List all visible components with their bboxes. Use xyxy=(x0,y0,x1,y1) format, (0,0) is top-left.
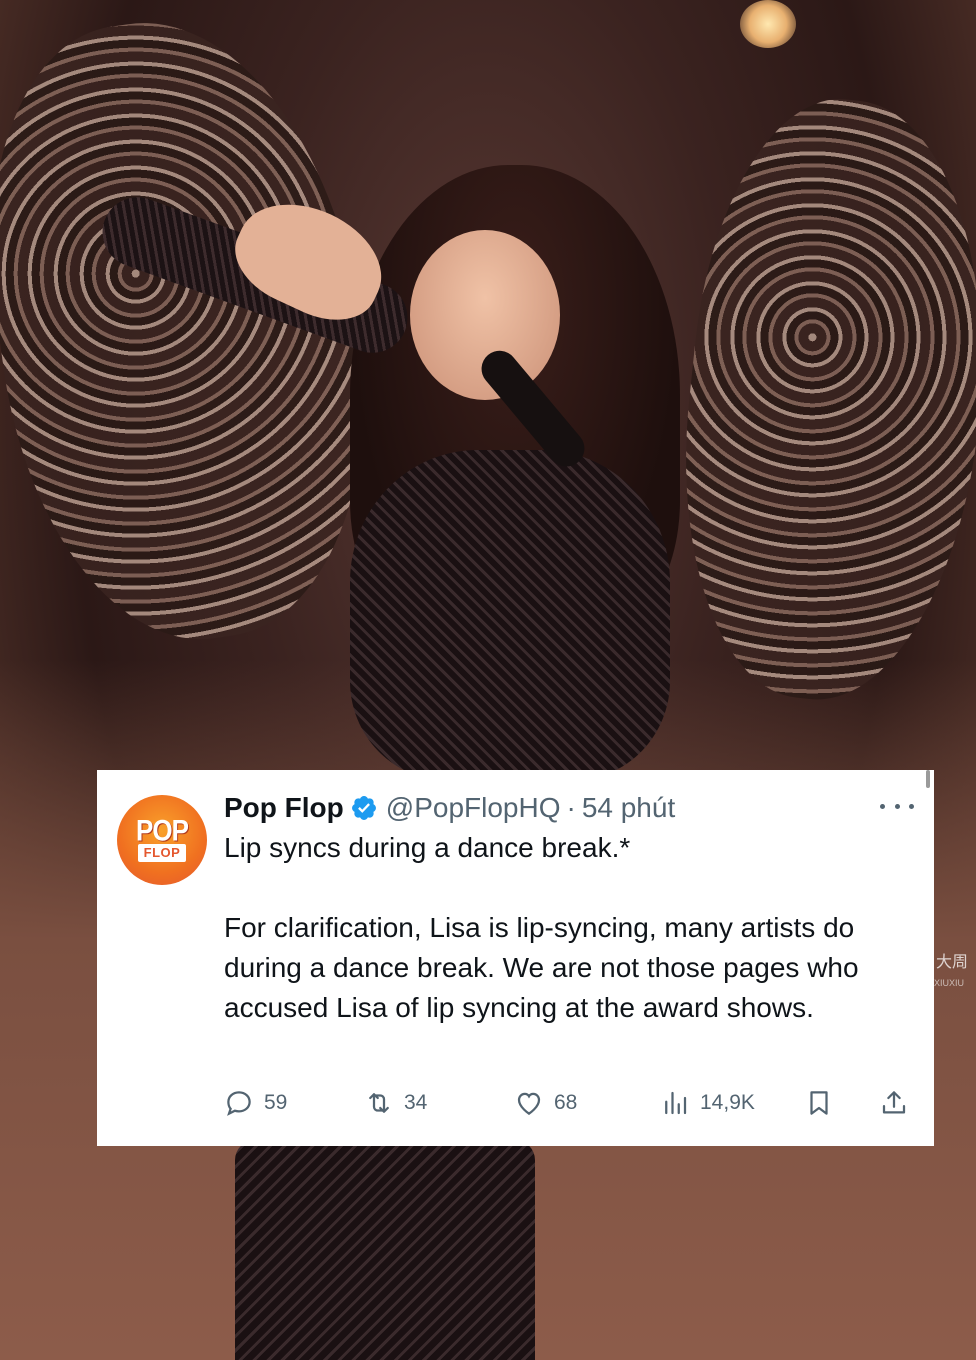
tweet-text: Lip syncs during a dance break.* For cla… xyxy=(224,828,914,1028)
tweet-text-line1: Lip syncs during a dance break.* xyxy=(224,832,631,863)
retweet-icon xyxy=(369,1093,389,1113)
tweet-actions: 59 34 68 14,9K xyxy=(224,1085,914,1121)
watermark: 大周 xyxy=(936,954,969,971)
performer-legs xyxy=(235,1140,535,1360)
bookmark-icon xyxy=(810,1091,828,1115)
bookmark-button[interactable] xyxy=(804,1085,834,1121)
views-button[interactable]: 14,9K xyxy=(660,1085,755,1121)
performer-body xyxy=(350,450,670,780)
right-wing xyxy=(659,86,976,714)
tweet-timestamp[interactable]: 54 phút xyxy=(582,792,675,824)
reply-count: 59 xyxy=(264,1091,288,1114)
background-photo: 大周 XIUXIU xyxy=(0,0,976,1360)
avatar[interactable]: POP FLOP xyxy=(117,795,207,885)
retweet-button[interactable]: 34 xyxy=(364,1085,427,1121)
more-options-icon[interactable] xyxy=(880,796,914,816)
tweet-header: Pop Flop @PopFlopHQ · 54 phút xyxy=(224,788,675,828)
scrollbar[interactable] xyxy=(926,770,930,788)
like-button[interactable]: 68 xyxy=(514,1085,577,1121)
reply-icon xyxy=(227,1091,251,1116)
views-chart-icon xyxy=(665,1091,687,1115)
watermark-sub: XIUXIU xyxy=(934,978,965,988)
tweet-text-line2: For clarification, Lisa is lip-syncing, … xyxy=(224,912,859,1023)
stage-light xyxy=(740,0,796,48)
avatar-logo-top: POP xyxy=(136,812,189,848)
reply-button[interactable]: 59 xyxy=(224,1085,287,1121)
header-separator: · xyxy=(566,792,576,823)
share-icon xyxy=(882,1091,906,1114)
share-button[interactable] xyxy=(879,1085,909,1121)
views-count: 14,9K xyxy=(700,1091,755,1114)
user-handle[interactable]: @PopFlopHQ xyxy=(386,792,561,824)
verified-badge-icon xyxy=(351,796,376,820)
retweet-count: 34 xyxy=(404,1091,428,1114)
display-name[interactable]: Pop Flop xyxy=(224,792,344,824)
like-count: 68 xyxy=(554,1091,578,1114)
tweet-card[interactable]: POP FLOP Pop Flop @PopFlopHQ · 54 phút L… xyxy=(97,770,934,1146)
heart-icon xyxy=(517,1092,541,1115)
